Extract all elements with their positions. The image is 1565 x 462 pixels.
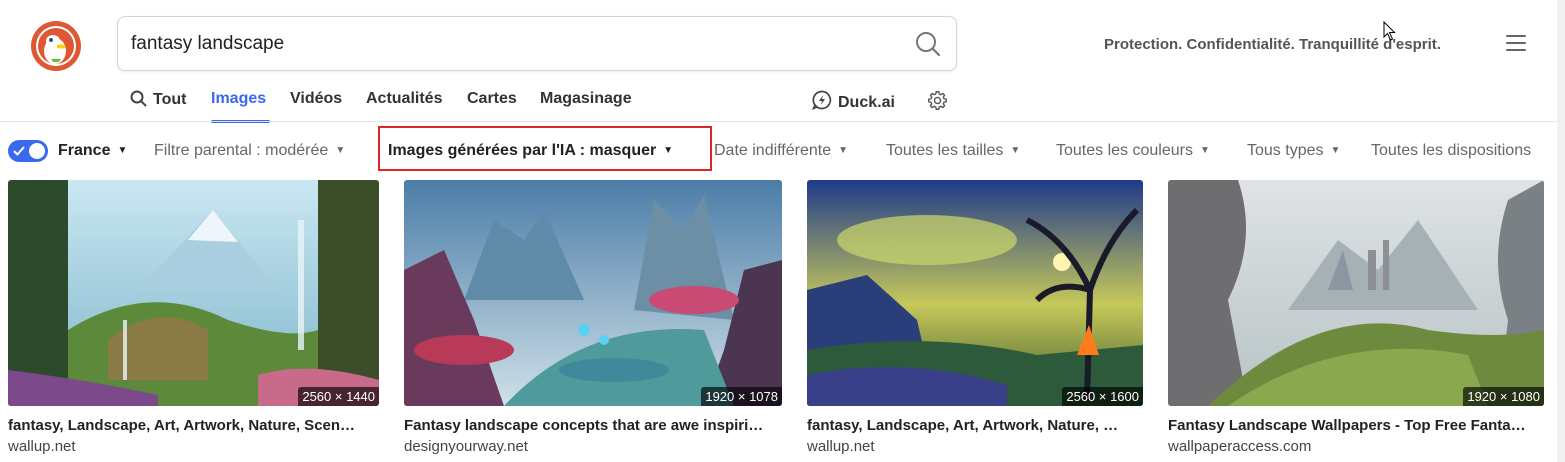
thumbnail-image (8, 180, 379, 406)
ai-images-label: Images générées par l'IA : masquer (388, 142, 657, 159)
type-filter[interactable]: Tous types ▼ (1247, 142, 1340, 160)
date-filter[interactable]: Date indifférente ▼ (714, 142, 848, 160)
tab-magasinage[interactable]: Magasinage (540, 90, 632, 108)
search-input[interactable] (131, 32, 901, 56)
settings-button[interactable] (927, 90, 948, 116)
tab-label: Cartes (467, 90, 517, 107)
layout-filter[interactable]: Toutes les dispositions (1371, 142, 1531, 160)
region-filter[interactable]: France ▼ (58, 142, 127, 160)
toggle-knob (29, 143, 45, 159)
image-result[interactable]: 2560 × 1440 fantasy, Landscape, Art, Art… (8, 180, 379, 455)
layout-label: Toutes les dispositions (1371, 142, 1532, 159)
caret-down-icon: ▼ (838, 145, 849, 156)
image-result[interactable]: 1920 × 1080 Fantasy Landscape Wallpapers… (1168, 180, 1544, 455)
image-result[interactable]: 2560 × 1600 fantasy, Landscape, Art, Art… (807, 180, 1143, 455)
tab-label: Tout (153, 91, 187, 108)
caret-down-icon: ▼ (117, 145, 128, 156)
image-result[interactable]: 1920 × 1078 Fantasy landscape concepts t… (404, 180, 782, 455)
result-title[interactable]: fantasy, Landscape, Art, Artwork, Nature… (807, 417, 1143, 434)
search-icon (130, 90, 147, 112)
image-dimensions: 1920 × 1078 (701, 387, 782, 406)
thumbnail-image (404, 180, 782, 406)
gear-icon (927, 91, 948, 115)
tab-videos[interactable]: Vidéos (290, 90, 342, 108)
safe-search-label: Filtre parental : modérée (154, 142, 329, 159)
duck-ai-icon (811, 90, 832, 115)
caret-down-icon: ▼ (335, 145, 346, 156)
search-icon[interactable] (914, 30, 942, 58)
header-divider (0, 121, 1565, 122)
ai-images-filter[interactable]: Images générées par l'IA : masquer ▼ (388, 142, 673, 160)
result-source[interactable]: wallup.net (807, 438, 1143, 455)
tab-tout[interactable]: Tout (130, 90, 186, 112)
image-dimensions: 1920 × 1080 (1463, 387, 1544, 406)
image-dimensions: 2560 × 1600 (1062, 387, 1143, 406)
size-label: Toutes les tailles (886, 142, 1004, 159)
scrollbar[interactable] (1557, 0, 1565, 462)
result-source[interactable]: designyourway.net (404, 438, 782, 455)
tab-actualites[interactable]: Actualités (366, 90, 442, 108)
safe-search-filter[interactable]: Filtre parental : modérée ▼ (154, 142, 345, 160)
tab-cartes[interactable]: Cartes (467, 90, 517, 108)
result-source[interactable]: wallpaperaccess.com (1168, 438, 1544, 455)
tab-images[interactable]: Images (211, 90, 266, 108)
menu-icon[interactable] (1506, 35, 1526, 53)
color-label: Toutes les couleurs (1056, 142, 1193, 159)
thumbnail-image (807, 180, 1143, 406)
tab-label: Magasinage (540, 90, 632, 107)
result-thumbnail[interactable]: 2560 × 1600 (807, 180, 1143, 406)
result-thumbnail[interactable]: 1920 × 1080 (1168, 180, 1544, 406)
thumbnail-image (1168, 180, 1544, 406)
caret-down-icon: ▼ (1010, 145, 1021, 156)
tab-label: Images (211, 90, 267, 107)
checkmark-icon (13, 144, 25, 162)
type-label: Tous types (1247, 142, 1324, 159)
mouse-cursor-icon (1383, 20, 1397, 41)
region-toggle[interactable] (8, 140, 48, 162)
tab-duck-ai[interactable]: Duck.ai (811, 90, 895, 115)
caret-down-icon: ▼ (663, 145, 674, 156)
tab-label: Vidéos (290, 90, 343, 107)
date-label: Date indifférente (714, 142, 832, 159)
tab-label: Duck.ai (838, 94, 895, 111)
result-title[interactable]: fantasy, Landscape, Art, Artwork, Nature… (8, 417, 379, 434)
caret-down-icon: ▼ (1199, 145, 1210, 156)
region-label: France (58, 142, 111, 159)
result-source[interactable]: wallup.net (8, 438, 379, 455)
result-thumbnail[interactable]: 1920 × 1078 (404, 180, 782, 406)
result-title[interactable]: Fantasy Landscape Wallpapers - Top Free … (1168, 417, 1544, 434)
caret-down-icon: ▼ (1330, 145, 1341, 156)
duckduckgo-logo[interactable] (31, 21, 81, 71)
search-box (117, 16, 957, 71)
image-dimensions: 2560 × 1440 (298, 387, 379, 406)
result-title[interactable]: Fantasy landscape concepts that are awe … (404, 417, 782, 434)
tab-label: Actualités (366, 90, 443, 107)
size-filter[interactable]: Toutes les tailles ▼ (886, 142, 1020, 160)
color-filter[interactable]: Toutes les couleurs ▼ (1056, 142, 1210, 160)
result-thumbnail[interactable]: 2560 × 1440 (8, 180, 379, 406)
